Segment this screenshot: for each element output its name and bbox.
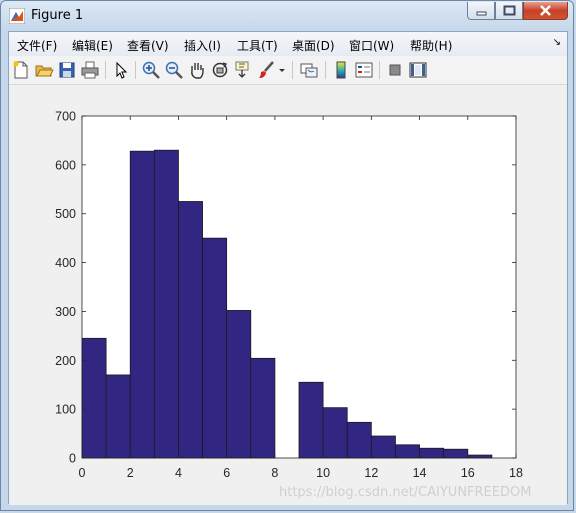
new-figure-button[interactable] — [11, 60, 31, 80]
histogram-bar[interactable] — [346, 421, 372, 459]
histogram-bar[interactable] — [81, 337, 107, 459]
minimize-icon — [476, 11, 487, 16]
figure-window: Figure 1 文件(F) 编辑(E) 查看(V) 插入(I) 工具(T) 桌… — [0, 0, 574, 511]
x-tick-label: 2 — [127, 466, 134, 480]
save-icon — [59, 62, 75, 78]
figure-client-area: 文件(F) 编辑(E) 查看(V) 插入(I) 工具(T) 桌面(D) 窗口(W… — [8, 31, 568, 505]
menu-overflow-icon[interactable]: ↘ — [553, 37, 561, 48]
y-tick-label: 0 — [69, 452, 76, 466]
histogram-bar[interactable] — [395, 444, 420, 459]
menu-insert[interactable]: 插入(I) — [184, 37, 221, 54]
toolbar-separator — [105, 61, 106, 79]
histogram-bar[interactable] — [105, 374, 131, 459]
open-file-button[interactable] — [34, 60, 54, 80]
y-tick-label: 400 — [55, 256, 76, 270]
histogram-bar[interactable] — [443, 448, 469, 459]
zoom-out-icon — [165, 61, 183, 79]
y-tick-label: 500 — [55, 207, 76, 221]
close-icon — [540, 5, 551, 16]
y-tick-label: 200 — [55, 354, 76, 368]
toolbar-separator — [379, 61, 380, 79]
menu-desktop[interactable]: 桌面(D) — [292, 37, 335, 54]
link-plot-button[interactable] — [299, 60, 319, 80]
y-tick-label: 300 — [55, 305, 76, 319]
link-plot-icon — [300, 63, 318, 78]
y-tick-label: 700 — [55, 110, 76, 124]
histogram-bar[interactable] — [129, 150, 155, 459]
menu-view[interactable]: 查看(V) — [127, 37, 169, 54]
colorbar-button[interactable] — [331, 60, 351, 80]
x-tick-label: 14 — [413, 466, 427, 480]
x-tick-label: 0 — [79, 466, 86, 480]
colorbar-icon — [336, 61, 346, 79]
minimize-button[interactable] — [467, 2, 495, 20]
open-icon — [35, 65, 54, 77]
zoom-out-button[interactable] — [164, 60, 184, 80]
x-tick-label: 6 — [223, 466, 230, 480]
histogram-bar[interactable] — [467, 454, 493, 459]
pan-button[interactable] — [187, 60, 207, 80]
brush-button[interactable] — [257, 60, 277, 80]
x-tick-label: 8 — [271, 466, 278, 480]
histogram-bar[interactable] — [178, 201, 203, 459]
histogram-bar[interactable] — [322, 407, 348, 459]
close-button[interactable] — [523, 2, 568, 20]
print-icon — [81, 61, 99, 79]
maximize-button[interactable] — [495, 2, 523, 20]
save-button[interactable] — [57, 60, 77, 80]
menu-tools[interactable]: 工具(T) — [237, 37, 278, 54]
pan-hand-icon — [191, 63, 204, 79]
zoom-in-button[interactable] — [141, 60, 161, 80]
toolbar-separator — [325, 61, 326, 79]
watermark-text: https://blog.csdn.net/CAIYUNFREEDOM — [279, 485, 532, 500]
new-figure-icon — [13, 61, 28, 79]
brush-dropdown-icon — [279, 69, 285, 72]
x-tick-label: 16 — [461, 466, 475, 480]
title-bar[interactable]: Figure 1 — [1, 1, 573, 31]
menu-bar: 文件(F) 编辑(E) 查看(V) 插入(I) 工具(T) 桌面(D) 窗口(W… — [9, 32, 567, 57]
x-tick-label: 10 — [316, 466, 330, 480]
y-tick-label: 600 — [55, 158, 76, 172]
histogram-bar[interactable] — [153, 149, 179, 459]
y-tick-label: 100 — [55, 403, 76, 417]
menu-edit[interactable]: 编辑(E) — [72, 37, 113, 54]
toolbar-separator — [135, 61, 136, 79]
menu-help[interactable]: 帮助(H) — [410, 37, 452, 54]
histogram-bar[interactable] — [202, 237, 228, 459]
brush-dropdown-button[interactable] — [277, 60, 287, 80]
plot-area: 0 2 4 6 8 10 12 14 16 18 0 100 200 300 400 500 600 700 — [9, 85, 567, 505]
show-plot-tools-icon — [409, 62, 427, 78]
hide-plot-tools-button[interactable] — [385, 60, 405, 80]
legend-icon — [355, 62, 373, 78]
data-cursor-icon — [235, 61, 249, 78]
legend-button[interactable] — [354, 60, 374, 80]
x-tick-label: 4 — [175, 466, 182, 480]
histogram-bar[interactable] — [298, 381, 324, 459]
menu-file[interactable]: 文件(F) — [17, 37, 57, 54]
histogram-bar[interactable] — [250, 357, 276, 459]
histogram-bar[interactable] — [370, 435, 396, 459]
maximize-icon — [503, 5, 516, 16]
histogram-bar[interactable] — [419, 447, 445, 459]
show-plot-tools-button[interactable] — [408, 60, 428, 80]
rotate-3d-button[interactable] — [210, 60, 230, 80]
toolbar-separator — [292, 61, 293, 79]
select-arrow-icon — [116, 61, 128, 79]
select-button[interactable] — [111, 60, 131, 80]
figure-toolbar — [9, 56, 567, 85]
histogram-chart[interactable]: 0 2 4 6 8 10 12 14 16 18 0 100 200 300 400 500 600 700 — [9, 85, 567, 505]
rotate-3d-icon — [212, 62, 228, 78]
zoom-in-icon — [142, 61, 160, 79]
window-title: Figure 1 — [31, 8, 84, 23]
hide-plot-tools-icon — [389, 64, 401, 76]
x-tick-label: 18 — [509, 466, 523, 480]
data-cursor-button[interactable] — [233, 60, 253, 80]
histogram-bar[interactable] — [226, 310, 252, 459]
matlab-app-icon — [9, 8, 25, 24]
menu-window[interactable]: 窗口(W) — [349, 37, 394, 54]
x-tick-label: 12 — [364, 466, 378, 480]
brush-icon — [259, 61, 274, 78]
print-button[interactable] — [80, 60, 100, 80]
